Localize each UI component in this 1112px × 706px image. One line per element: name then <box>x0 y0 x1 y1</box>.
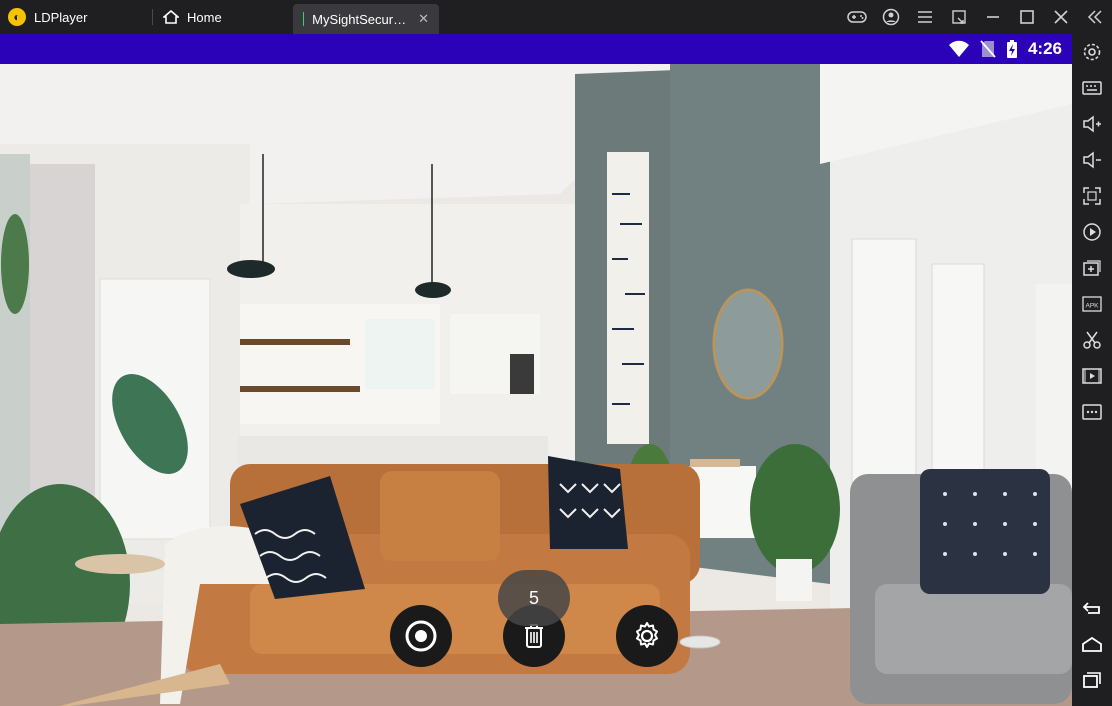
home-nav-icon <box>1082 636 1102 652</box>
fullscreen-icon <box>1083 187 1101 205</box>
gamepad-icon[interactable] <box>840 0 874 34</box>
app-brand[interactable]: ◐ LDPlayer <box>0 0 152 34</box>
toolbar-more[interactable] <box>1072 394 1112 430</box>
no-sim-icon <box>980 40 996 58</box>
toolbar-home[interactable] <box>1072 626 1112 662</box>
toolbar-add-app[interactable] <box>1072 250 1112 286</box>
record-button[interactable] <box>390 605 452 667</box>
toolbar-scissors[interactable] <box>1072 322 1112 358</box>
snapshot-counter-badge: 5 <box>498 570 570 626</box>
tab-label: Home <box>187 9 222 25</box>
wifi-icon <box>948 40 969 57</box>
volume-up-icon <box>1083 115 1101 133</box>
settings-button[interactable] <box>616 605 678 667</box>
back-icon <box>1082 602 1100 614</box>
title-bar: ◐ LDPlayer Home MySightSecur… ✕ <box>0 0 1112 34</box>
toolbar-settings[interactable] <box>1072 34 1112 70</box>
record-icon <box>405 620 437 652</box>
resize-icon[interactable] <box>942 0 976 34</box>
minimize-icon[interactable] <box>976 0 1010 34</box>
recents-icon <box>1083 672 1101 688</box>
collapse-sidebar-icon[interactable] <box>1078 0 1112 34</box>
toolbar-video[interactable] <box>1072 358 1112 394</box>
tab-close-icon[interactable]: ✕ <box>418 11 429 27</box>
trash-icon <box>525 624 543 648</box>
settings-gear-icon <box>1083 43 1101 61</box>
toolbar-recents[interactable] <box>1072 662 1112 698</box>
menu-icon[interactable] <box>908 0 942 34</box>
close-icon[interactable] <box>1044 0 1078 34</box>
camera-feed: 5 <box>0 64 1072 706</box>
apk-icon: APK <box>1082 296 1102 312</box>
toolbar-volume-up[interactable] <box>1072 106 1112 142</box>
volume-down-icon <box>1083 151 1101 169</box>
android-status-bar: 4:26 <box>0 34 1072 64</box>
gear-icon <box>636 622 658 648</box>
video-icon <box>1082 368 1102 384</box>
svg-text:APK: APK <box>1085 303 1099 310</box>
clock: 4:26 <box>1027 39 1062 58</box>
toolbar-back[interactable] <box>1072 590 1112 626</box>
tab-mysightsecurity[interactable]: MySightSecur… ✕ <box>293 4 439 34</box>
toolbar-apk-install[interactable]: APK <box>1072 286 1112 322</box>
window-controls <box>840 0 1112 34</box>
account-icon[interactable] <box>874 0 908 34</box>
add-window-icon <box>1083 260 1101 276</box>
scissors-icon <box>1083 331 1101 349</box>
play-record-icon <box>1083 223 1101 241</box>
more-icon <box>1082 404 1102 420</box>
app-tab-icon <box>303 12 305 26</box>
toolbar-fullscreen[interactable] <box>1072 178 1112 214</box>
keyboard-icon <box>1082 81 1102 95</box>
app-name: LDPlayer <box>34 9 88 25</box>
battery-charging-icon <box>1006 40 1017 58</box>
toolbar-operation-record[interactable] <box>1072 214 1112 250</box>
maximize-icon[interactable] <box>1010 0 1044 34</box>
toolbar-volume-down[interactable] <box>1072 142 1112 178</box>
home-icon <box>163 10 179 24</box>
tab-home[interactable]: Home <box>153 0 293 34</box>
ldplayer-logo-icon: ◐ <box>8 8 26 26</box>
toolbar-keyboard[interactable] <box>1072 70 1112 106</box>
tab-label: MySightSecur… <box>312 11 407 27</box>
side-toolbar: APK <box>1072 34 1112 706</box>
